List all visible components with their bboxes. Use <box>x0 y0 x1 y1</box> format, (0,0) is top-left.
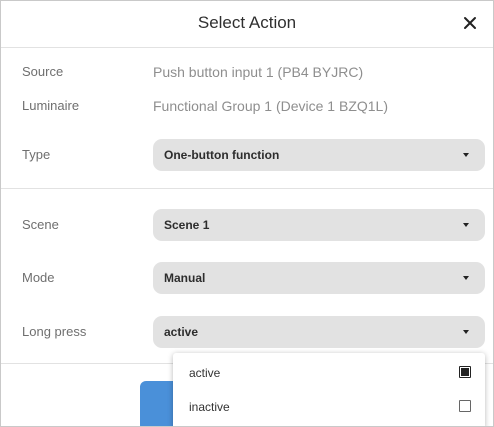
mode-label: Mode <box>22 270 55 285</box>
select-action-dialog: Select Action Source Push button input 1… <box>0 0 494 427</box>
type-select[interactable]: One-button function <box>153 139 485 171</box>
caret-down-icon <box>463 276 469 280</box>
dialog-title: Select Action <box>197 13 297 32</box>
long-press-select-value: active <box>164 325 199 339</box>
luminaire-value: Functional Group 1 (Device 1 BZQ1L) <box>153 98 388 114</box>
checkbox-unchecked-icon <box>459 400 471 412</box>
long-press-dropdown: active inactive <box>173 353 485 426</box>
mode-select-value: Manual <box>164 271 206 285</box>
long-press-row: Long press active <box>1 316 493 348</box>
type-select-value: One-button function <box>164 148 280 162</box>
type-label: Type <box>22 147 51 162</box>
mode-row: Mode Manual <box>1 262 493 294</box>
scene-row: Scene Scene 1 <box>1 209 493 241</box>
type-row: Type One-button function <box>1 139 493 171</box>
scene-select[interactable]: Scene 1 <box>153 209 485 241</box>
long-press-label: Long press <box>22 324 87 339</box>
dropdown-option-active[interactable]: active <box>173 356 485 390</box>
checkbox-checked-icon <box>459 366 471 378</box>
source-value: Push button input 1 (PB4 BYJRC) <box>153 64 364 80</box>
caret-down-icon <box>463 223 469 227</box>
section-divider <box>1 188 493 189</box>
dialog-header: Select Action <box>1 1 493 48</box>
source-label: Source <box>22 64 64 79</box>
caret-down-icon <box>463 330 469 334</box>
scene-select-value: Scene 1 <box>164 218 210 232</box>
luminaire-row: Luminaire Functional Group 1 (Device 1 B… <box>1 91 493 121</box>
scene-label: Scene <box>22 217 59 232</box>
option-label: inactive <box>189 400 230 414</box>
long-press-select[interactable]: active <box>153 316 485 348</box>
close-icon <box>464 17 476 29</box>
luminaire-label: Luminaire <box>22 98 80 113</box>
mode-select[interactable]: Manual <box>153 262 485 294</box>
caret-down-icon <box>463 153 469 157</box>
option-label: active <box>189 366 221 380</box>
close-button[interactable] <box>457 10 483 36</box>
dropdown-option-inactive[interactable]: inactive <box>173 390 485 424</box>
source-row: Source Push button input 1 (PB4 BYJRC) <box>1 57 493 87</box>
